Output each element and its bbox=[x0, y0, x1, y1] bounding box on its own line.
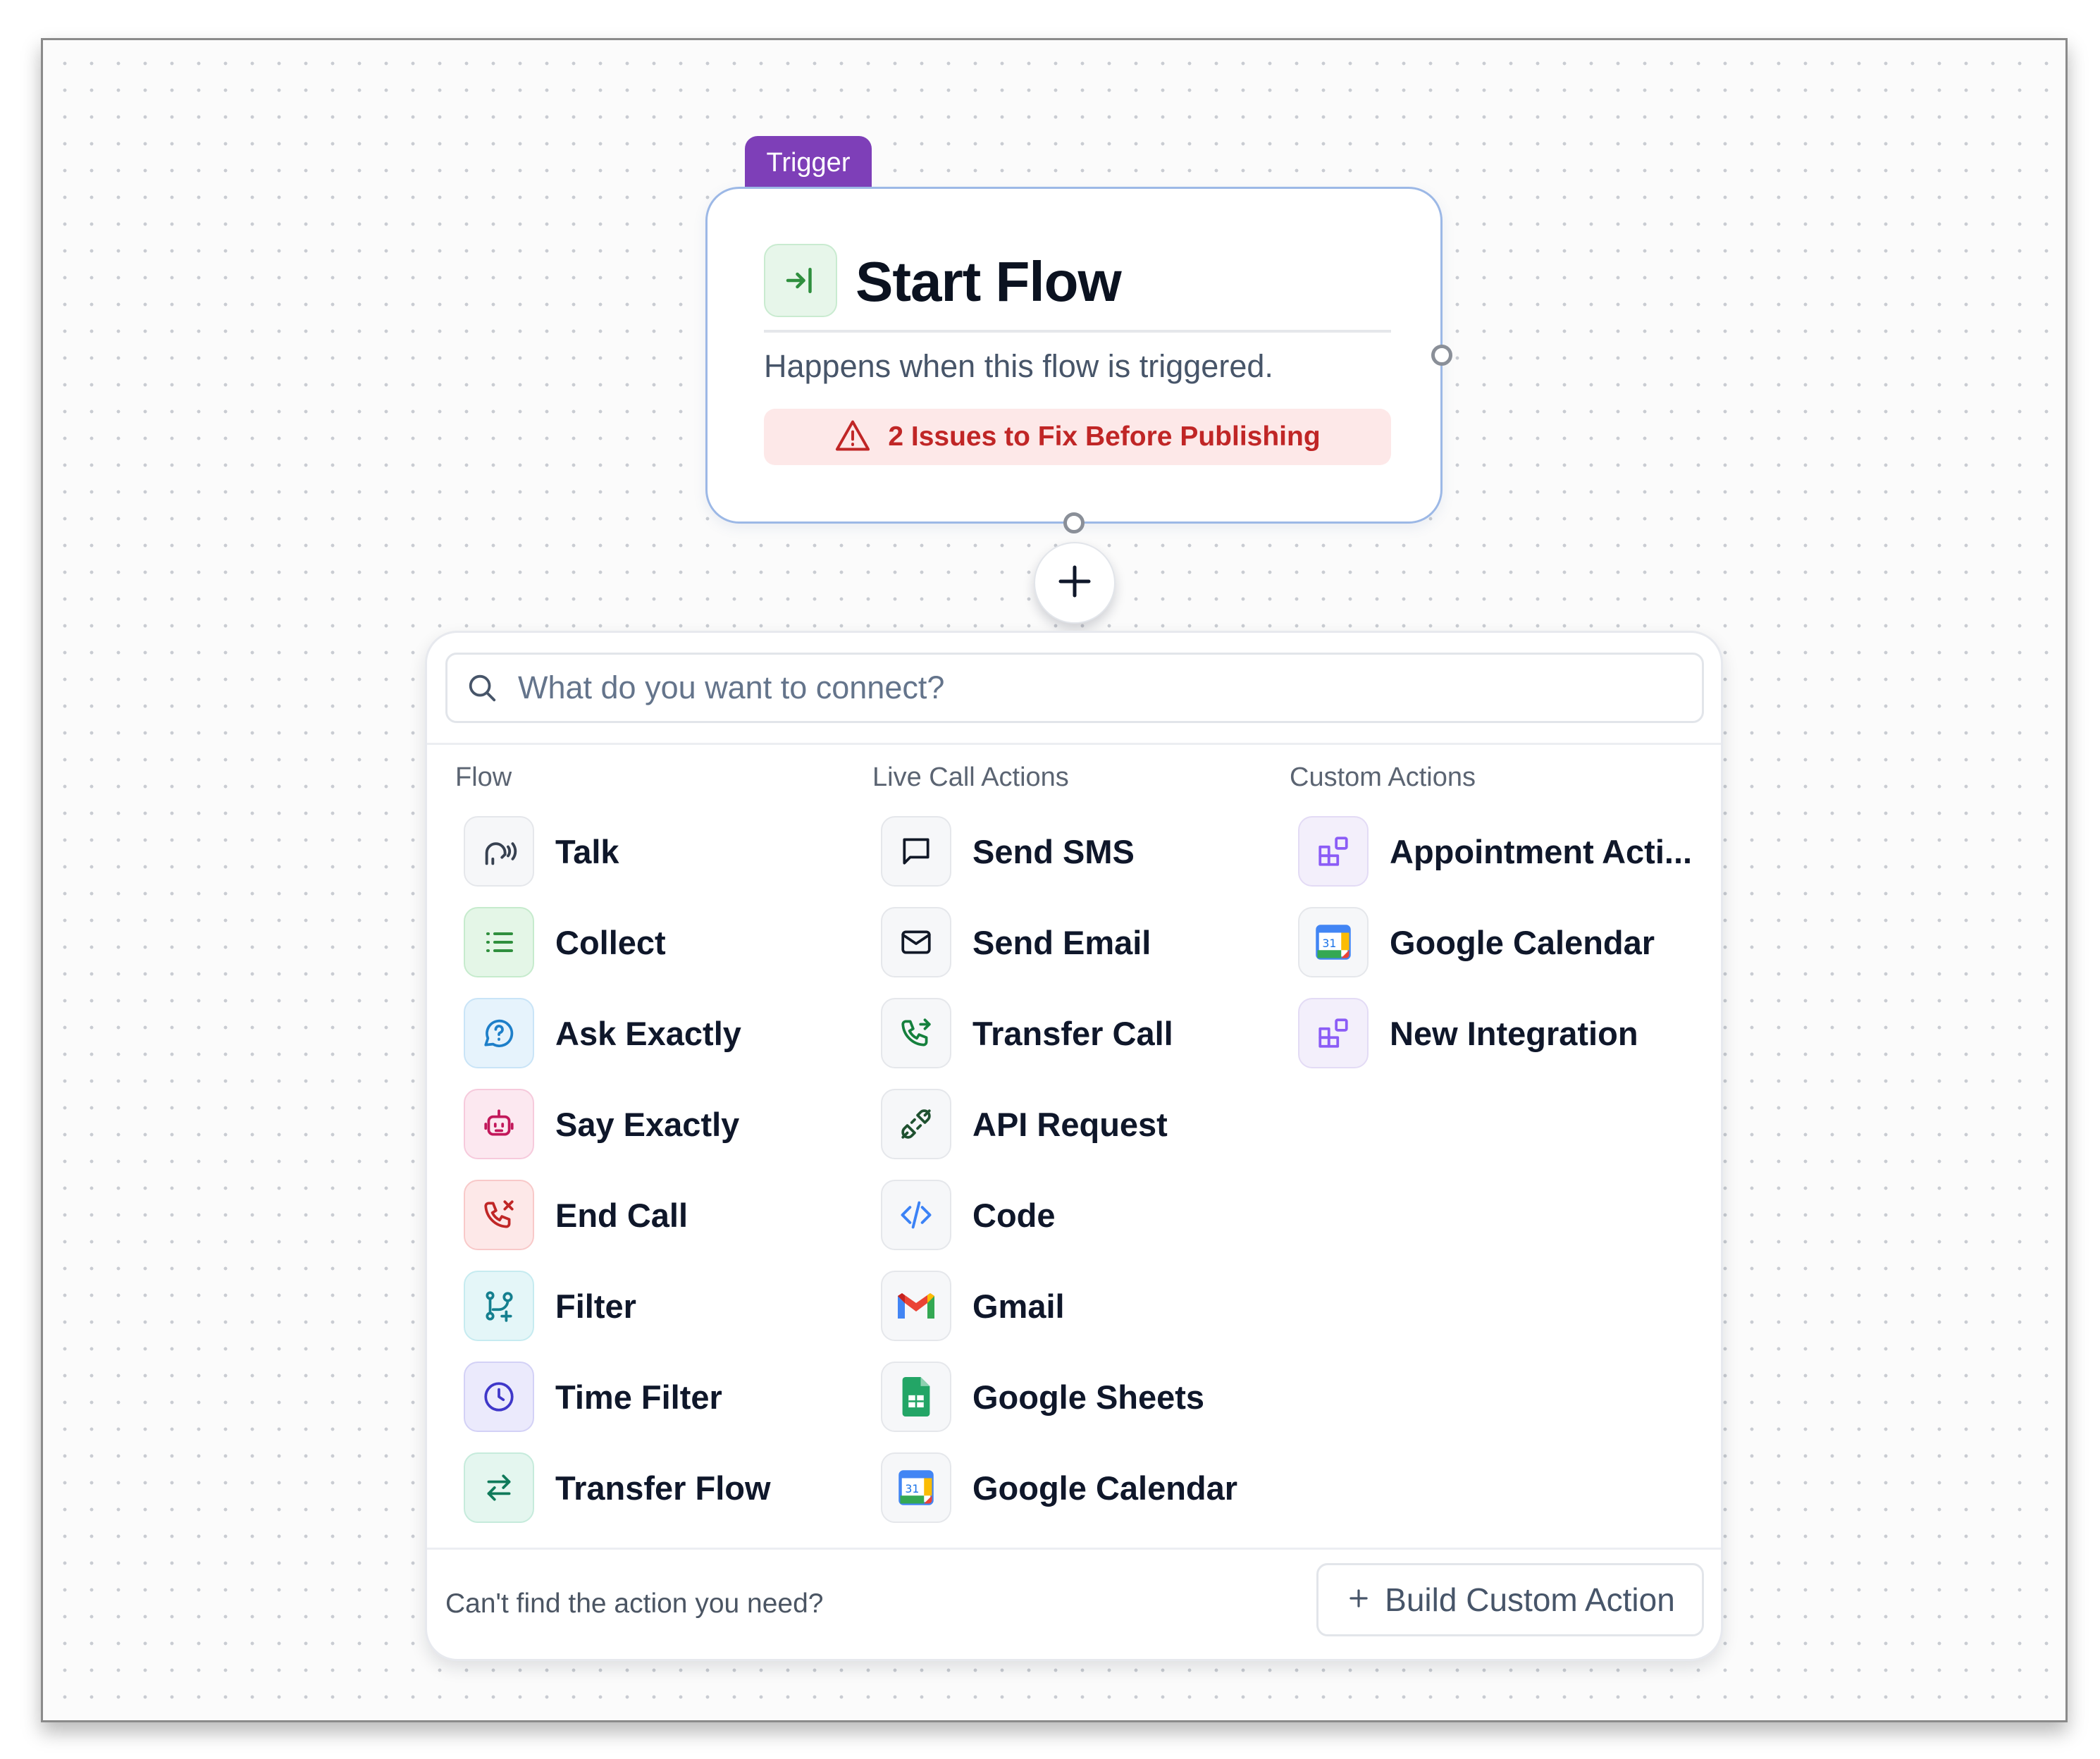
gmail-icon bbox=[881, 1271, 951, 1341]
action-label: Google Sheets bbox=[972, 1378, 1205, 1416]
action-google-calendar[interactable]: 31 Google Calendar bbox=[872, 1451, 1281, 1524]
footer-hint: Can't find the action you need? bbox=[445, 1588, 824, 1619]
action-say-exactly[interactable]: Say Exactly bbox=[455, 1087, 864, 1161]
start-flow-description: Happens when this flow is triggered. bbox=[764, 348, 1273, 384]
action-label: Collect bbox=[555, 923, 666, 961]
action-google-sheets[interactable]: Google Sheets bbox=[872, 1360, 1281, 1433]
swap-arrows-icon bbox=[464, 1452, 534, 1523]
action-end-call[interactable]: End Call bbox=[455, 1178, 864, 1252]
action-collect[interactable]: Collect bbox=[455, 906, 864, 979]
action-appointment[interactable]: Appointment Acti... bbox=[1290, 815, 1698, 888]
node-divider bbox=[764, 330, 1391, 333]
robot-icon bbox=[464, 1089, 534, 1159]
google-calendar-icon: 31 bbox=[881, 1452, 951, 1523]
live-call-actions-column: Live Call Actions Send SMS Send Email Tr… bbox=[872, 760, 1281, 1542]
action-label: Say Exactly bbox=[555, 1105, 740, 1143]
connect-action-panel: Flow Talk Collect bbox=[425, 631, 1723, 1661]
issues-text: 2 Issues to Fix Before Publishing bbox=[888, 421, 1321, 452]
trigger-tag: Trigger bbox=[745, 136, 872, 190]
action-label: Ask Exactly bbox=[555, 1014, 741, 1052]
custom-actions-column: Custom Actions Appointment Acti... 31 Go… bbox=[1290, 760, 1698, 1087]
plus-icon bbox=[1054, 560, 1096, 606]
action-talk[interactable]: Talk bbox=[455, 815, 864, 888]
issues-banner[interactable]: 2 Issues to Fix Before Publishing bbox=[764, 409, 1391, 465]
flow-column: Flow Talk Collect Ask Exactly Say Exactl… bbox=[455, 760, 864, 1542]
action-label: Appointment Acti... bbox=[1390, 832, 1693, 870]
build-custom-action-label: Build Custom Action bbox=[1385, 1581, 1675, 1618]
node-output-port-right[interactable] bbox=[1431, 345, 1452, 366]
action-gmail[interactable]: Gmail bbox=[872, 1269, 1281, 1343]
phone-x-icon bbox=[464, 1180, 534, 1250]
svg-text:31: 31 bbox=[905, 1482, 919, 1495]
flow-canvas[interactable]: Trigger Start Flow Happens when this flo… bbox=[41, 38, 2068, 1722]
panel-divider-top bbox=[427, 743, 1721, 745]
voice-head-icon bbox=[464, 816, 534, 887]
trigger-tag-label: Trigger bbox=[766, 147, 851, 178]
add-node-button[interactable] bbox=[1034, 542, 1116, 624]
column-header-live-call-actions: Live Call Actions bbox=[872, 763, 1069, 792]
action-label: Filter bbox=[555, 1287, 636, 1325]
search-icon bbox=[466, 670, 501, 705]
action-label: Talk bbox=[555, 832, 619, 870]
action-time-filter[interactable]: Time Filter bbox=[455, 1360, 864, 1433]
action-code[interactable]: Code bbox=[872, 1178, 1281, 1252]
plus-icon bbox=[1345, 1585, 1372, 1615]
code-icon bbox=[881, 1180, 951, 1250]
start-flow-node[interactable]: Start Flow Happens when this flow is tri… bbox=[705, 187, 1443, 524]
action-filter[interactable]: Filter bbox=[455, 1269, 864, 1343]
question-bubble-icon bbox=[464, 998, 534, 1068]
google-calendar-icon: 31 bbox=[1298, 907, 1369, 977]
action-label: End Call bbox=[555, 1196, 688, 1234]
envelope-icon bbox=[881, 907, 951, 977]
message-square-icon bbox=[881, 816, 951, 887]
action-label: Gmail bbox=[972, 1287, 1065, 1325]
action-transfer-flow[interactable]: Transfer Flow bbox=[455, 1451, 864, 1524]
action-label: Code bbox=[972, 1196, 1056, 1234]
start-flow-title: Start Flow bbox=[856, 250, 1122, 313]
action-label: Transfer Call bbox=[972, 1014, 1173, 1052]
column-header-custom-actions: Custom Actions bbox=[1290, 763, 1476, 792]
action-ask-exactly[interactable]: Ask Exactly bbox=[455, 996, 864, 1070]
action-google-calendar-custom[interactable]: 31 Google Calendar bbox=[1290, 906, 1698, 979]
action-label: Google Calendar bbox=[972, 1469, 1238, 1507]
action-send-email[interactable]: Send Email bbox=[872, 906, 1281, 979]
action-label: Transfer Flow bbox=[555, 1469, 771, 1507]
node-output-port-bottom[interactable] bbox=[1063, 512, 1085, 533]
branch-icon bbox=[464, 1271, 534, 1341]
action-label: Google Calendar bbox=[1390, 923, 1655, 961]
action-send-sms[interactable]: Send SMS bbox=[872, 815, 1281, 888]
warning-triangle-icon bbox=[834, 419, 871, 456]
svg-text:31: 31 bbox=[1322, 937, 1336, 950]
integration-blocks-icon bbox=[1298, 816, 1369, 887]
clock-icon bbox=[464, 1362, 534, 1432]
list-icon bbox=[464, 907, 534, 977]
action-label: API Request bbox=[972, 1105, 1168, 1143]
action-api-request[interactable]: API Request bbox=[872, 1087, 1281, 1161]
action-label: Send SMS bbox=[972, 832, 1135, 870]
action-label: Send Email bbox=[972, 923, 1151, 961]
integration-blocks-icon bbox=[1298, 998, 1369, 1068]
plug-icon bbox=[881, 1089, 951, 1159]
action-label: Time Filter bbox=[555, 1378, 722, 1416]
action-new-integration[interactable]: New Integration bbox=[1290, 996, 1698, 1070]
phone-forward-icon bbox=[881, 998, 951, 1068]
action-transfer-call[interactable]: Transfer Call bbox=[872, 996, 1281, 1070]
google-sheets-icon bbox=[881, 1362, 951, 1432]
enter-arrow-icon bbox=[764, 244, 837, 317]
search-input[interactable] bbox=[517, 669, 1647, 707]
build-custom-action-button[interactable]: Build Custom Action bbox=[1316, 1563, 1704, 1636]
panel-divider-bottom bbox=[427, 1548, 1721, 1550]
search-box[interactable] bbox=[445, 653, 1704, 723]
column-header-flow: Flow bbox=[455, 763, 512, 792]
action-label: New Integration bbox=[1390, 1014, 1638, 1052]
